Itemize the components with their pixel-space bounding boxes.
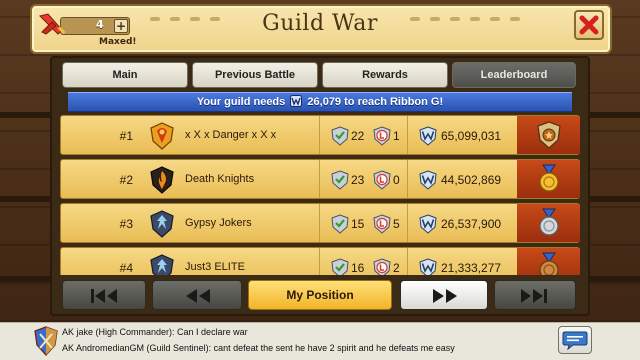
guild-avatar-icon [34,326,58,356]
row-divider [319,204,320,242]
ice-wing-emblem-icon [150,210,174,238]
ribbon-message: Your guild needs 26,079 to reach Ribbon … [68,95,572,108]
silver-medal-icon [539,208,559,236]
close-icon [579,15,599,35]
medal-slot [517,248,580,275]
phoenix-emblem-icon [150,122,174,150]
row-divider [319,160,320,198]
losses-count: 0 [393,173,400,187]
my-position-label: My Position [286,288,354,302]
row-divider [319,248,320,275]
win-shield-icon [331,126,349,146]
win-shield-icon [331,214,349,234]
wins-count: 22 [351,129,365,143]
war-points-icon [419,126,437,146]
guild-name: Death Knights [185,173,255,185]
win-shield-icon [331,258,349,275]
crossed-swords-icon [39,13,66,35]
war-points-icon [419,214,437,234]
loss-shield-icon [373,170,391,190]
ice-wing-emblem-icon [150,254,174,275]
ribbon-message-suffix: to reach Ribbon G! [344,96,444,108]
leaderboard-row[interactable]: #2 Death Knights 23 0 44,502,869 [60,159,580,199]
row-divider [407,116,408,154]
wins-count: 15 [351,217,365,231]
win-shield-icon [331,170,349,190]
losses-count: 2 [393,261,400,275]
war-score: 26,537,900 [441,217,502,231]
loss-shield-icon [373,126,391,146]
leaderboard-row[interactable]: #4 Just3 ELITE 16 2 21,333,277 [60,247,580,275]
rewind-icon [186,289,210,303]
gold-medal-icon [539,164,559,192]
add-energy-button[interactable]: + [114,19,128,33]
bronze-medal-icon [539,252,559,275]
ribbon-points: 26,079 [307,96,342,108]
ribbon-message-prefix: Your guild needs [196,96,286,108]
guild-name: x X x Danger x X x [185,129,277,141]
war-points-icon [419,170,437,190]
my-position-button[interactable]: My Position [248,280,392,310]
leaderboard-row[interactable]: #3 Gypsy Jokers 15 5 26,537,900 [60,203,580,243]
skip-to-last-icon [521,289,547,303]
losses-count: 1 [393,129,400,143]
war-score: 65,099,031 [441,129,502,143]
war-score: 21,333,277 [441,261,502,275]
row-divider [319,116,320,154]
counter-value: 4 [96,18,104,31]
loss-shield-icon [373,214,391,234]
tab-previous-battle[interactable]: Previous Battle [192,62,318,88]
row-divider [407,160,408,198]
rank-label: #4 [119,261,133,275]
chat-message: AK jake (High Commander): Can I declare … [62,327,248,337]
close-button[interactable] [574,10,604,40]
rank-label: #3 [119,217,133,231]
medal-slot [517,160,580,198]
speech-bubble-icon [562,331,588,351]
tab-main[interactable]: Main [62,62,188,88]
row-divider [407,204,408,242]
rank-label: #2 [119,173,133,187]
chat-message: AK AndromedianGM (Guild Sentinel): cant … [62,343,455,353]
previous-page-button[interactable] [152,280,242,310]
war-points-icon [419,258,437,275]
first-page-button[interactable] [62,280,146,310]
row-divider [407,248,408,275]
fast-forward-icon [433,289,457,303]
tab-leaderboard[interactable]: Leaderboard [452,62,576,88]
medal-slot [517,116,580,154]
guild-name: Just3 ELITE [185,261,245,273]
next-page-button[interactable] [400,280,488,310]
wins-count: 16 [351,261,365,275]
losses-count: 5 [393,217,400,231]
last-page-button[interactable] [494,280,576,310]
rank-label: #1 [119,129,133,143]
medal-slot [517,204,580,242]
guild-name: Gypsy Jokers [185,217,252,229]
bronze-shield-medal-icon [537,121,561,149]
war-points-icon [290,95,303,107]
loss-shield-icon [373,258,391,275]
war-score: 44,502,869 [441,173,502,187]
leaderboard-row[interactable]: #1 x X x Danger x X x 22 1 65,099,031 [60,115,580,155]
tab-rewards[interactable]: Rewards [322,62,448,88]
leaderboard-list: #1 x X x Danger x X x 22 1 65,099,031 #2… [60,115,580,275]
wins-count: 23 [351,173,365,187]
open-chat-button[interactable] [558,326,592,354]
dark-flame-emblem-icon [150,166,174,194]
counter-caption: Maxed! [99,37,137,47]
skip-to-first-icon [91,289,117,303]
